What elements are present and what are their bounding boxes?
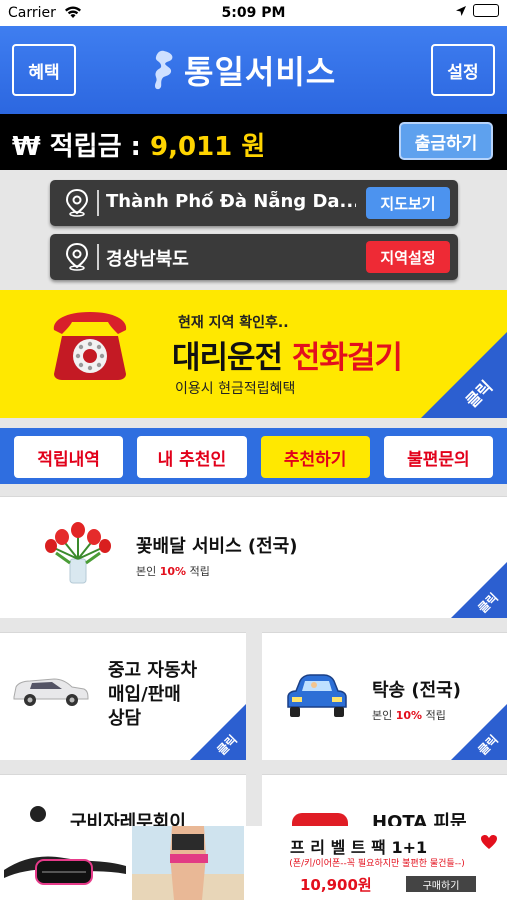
map-pin-icon xyxy=(65,189,89,217)
sub-prefix: 본인 xyxy=(136,565,160,578)
region-bar: 경상남북도 지역설정 xyxy=(50,234,458,280)
heart-icon xyxy=(481,835,497,849)
tow-card-title: 탁송 (전국) xyxy=(372,680,461,701)
used-car-title-2: 매입/판매 xyxy=(108,684,181,705)
banner-line-1: 현재 지역 확인후.. xyxy=(178,315,289,331)
view-map-button[interactable]: 지도보기 xyxy=(366,187,450,219)
current-location-bar: Thành Phố Đà Nẵng Da... 지도보기 xyxy=(50,180,458,226)
used-car-title-3: 상담 xyxy=(108,708,142,729)
banner-line-2b: 전화걸기 xyxy=(291,340,403,376)
location-arrow-icon xyxy=(456,5,466,16)
balance-caption: 적립금 : xyxy=(49,132,141,162)
telephone-icon xyxy=(53,312,127,380)
sub-percent: 10% xyxy=(395,709,423,722)
set-region-button[interactable]: 지역설정 xyxy=(366,241,450,273)
belt-pack-image xyxy=(4,856,126,885)
click-corner: 클릭 xyxy=(421,332,507,418)
tow-card[interactable]: 탁송 (전국) 본인 10% 적립 클릭 xyxy=(262,632,507,760)
tab-inquiry[interactable]: 불편문의 xyxy=(383,436,493,478)
ad-subtitle: (폰/키/이어폰--꼭 필요하지만 불편한 물건들--) xyxy=(289,859,465,869)
sub-prefix: 본인 xyxy=(372,709,396,722)
status-bar: Carrier 5:09 PM xyxy=(0,0,507,26)
benefits-button[interactable]: 혜택 xyxy=(12,44,76,96)
sub-suffix: 적립 xyxy=(422,709,446,722)
used-car-card[interactable]: 중고 자동차 매입/판매 상담 클릭 xyxy=(0,632,246,760)
balance-label: ₩ 적립금 : 9,011 원 xyxy=(12,126,265,163)
battery-icon xyxy=(473,4,499,17)
partial-card-left[interactable]: 구비자레무회이 xyxy=(0,774,246,834)
app-logo: 통일서비스 xyxy=(150,48,360,92)
withdraw-button[interactable]: 출금하기 xyxy=(399,122,493,160)
banner-line-3: 이용시 현금적립혜택 xyxy=(175,381,296,397)
buy-button[interactable]: 구매하기 xyxy=(406,876,476,892)
flower-delivery-card[interactable]: 꽃배달 서비스 (전국) 본인 10% 적립 클릭 xyxy=(0,496,507,618)
won-symbol: ₩ xyxy=(12,132,41,162)
settings-button[interactable]: 설정 xyxy=(431,44,495,96)
used-car-title-1: 중고 자동차 xyxy=(108,660,198,681)
tab-recommend[interactable]: 추천하기 xyxy=(260,436,370,478)
click-corner: 클릭 xyxy=(190,704,246,760)
app-header: 혜택 통일서비스 설정 xyxy=(0,26,507,114)
balance-bar: ₩ 적립금 : 9,011 원 출금하기 xyxy=(0,114,507,170)
balance-amount: 9,011 xyxy=(150,132,233,162)
sub-percent: 10% xyxy=(159,565,187,578)
sub-suffix: 적립 xyxy=(186,565,210,578)
tulip-bouquet-icon xyxy=(45,522,111,584)
tab-history[interactable]: 적립내역 xyxy=(14,436,124,478)
ad-price: 10,900원 xyxy=(300,876,372,894)
map-pin-icon xyxy=(65,243,89,271)
balance-unit: 원 xyxy=(241,132,266,162)
ad-title: 프 리 벨 트 팩 1+1 xyxy=(290,838,428,857)
partial-card-right[interactable]: HOTA 피문 xyxy=(262,774,507,834)
banner-line-2a: 대리운전 xyxy=(172,340,292,376)
action-tabs: 적립내역 내 추천인 추천하기 불편문의 xyxy=(0,428,507,484)
flower-card-sub: 본인 10% 적립 xyxy=(136,563,210,579)
current-location-text: Thành Phố Đà Nẵng Da... xyxy=(106,191,356,212)
designated-driver-banner[interactable]: 현재 지역 확인후.. 대리운전 전화걸기 이용시 현금적립혜택 클릭 xyxy=(0,290,507,418)
region-text: 경상남북도 xyxy=(106,249,189,270)
app-title: 통일서비스 xyxy=(184,53,337,91)
click-corner: 클릭 xyxy=(451,562,507,618)
banner-line-2: 대리운전 전화걸기 xyxy=(172,332,403,377)
flower-card-title: 꽃배달 서비스 (전국) xyxy=(136,536,298,557)
korea-map-icon xyxy=(155,50,173,90)
tow-card-sub: 본인 10% 적립 xyxy=(372,707,446,723)
model-photo xyxy=(132,826,244,900)
car-icon xyxy=(13,678,89,706)
clock: 5:09 PM xyxy=(221,5,286,21)
ad-banner[interactable]: 프 리 벨 트 팩 1+1 (폰/키/이어폰--꼭 필요하지만 불편한 물건들-… xyxy=(0,826,507,900)
divider xyxy=(97,244,99,270)
click-corner: 클릭 xyxy=(451,704,507,760)
blue-car-icon xyxy=(287,674,347,717)
tab-my-referrer[interactable]: 내 추천인 xyxy=(137,436,247,478)
divider xyxy=(97,190,99,216)
